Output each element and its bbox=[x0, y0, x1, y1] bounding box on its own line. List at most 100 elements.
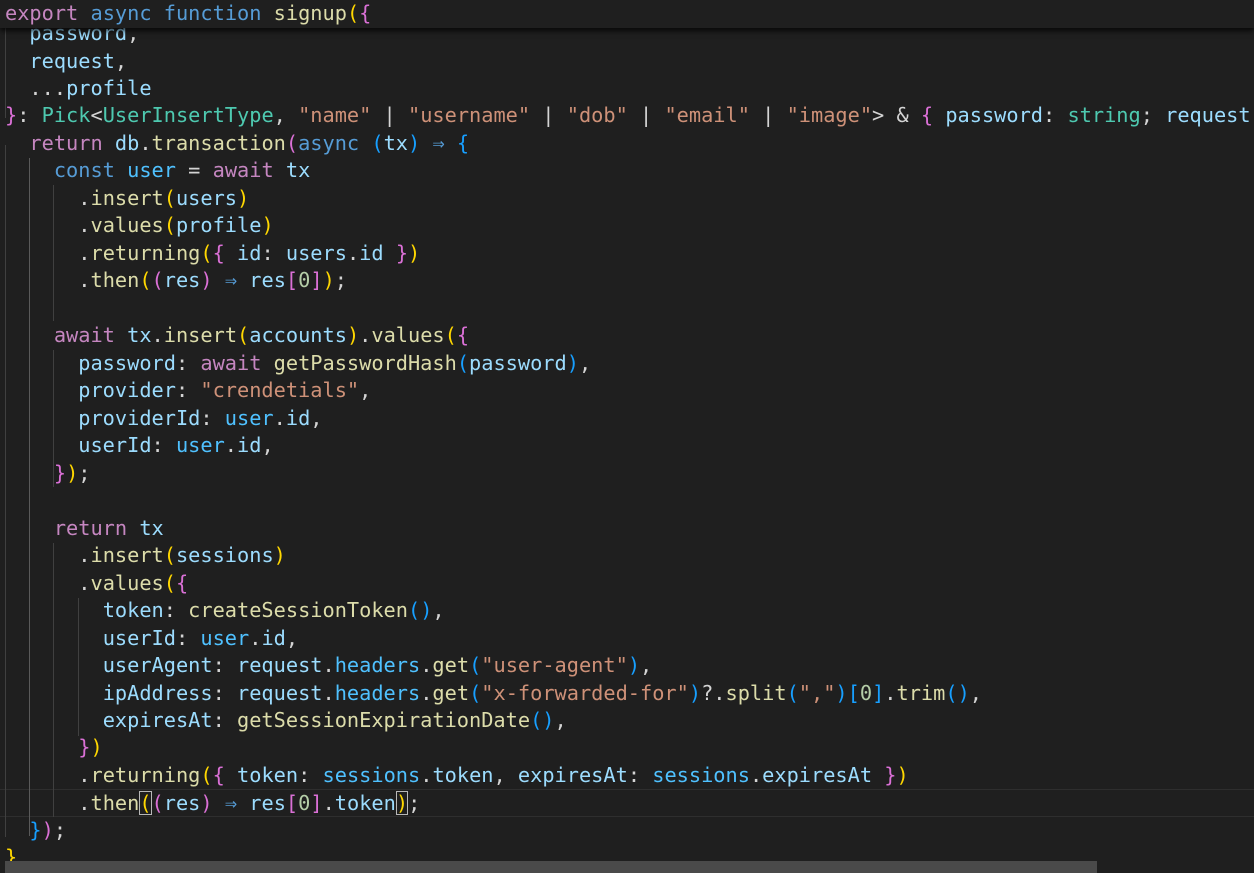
code-line[interactable]: provider: "crendetials", bbox=[0, 377, 1254, 405]
code-token: . bbox=[359, 323, 372, 347]
code-line[interactable]: return db.transaction(async (tx) ⇒ { bbox=[0, 130, 1254, 158]
code-token: : bbox=[212, 653, 238, 677]
code-line[interactable]: request, bbox=[0, 48, 1254, 76]
code-token: ( bbox=[200, 241, 213, 265]
code-line[interactable]: expiresAt: getSessionExpirationDate(), bbox=[0, 707, 1254, 735]
code-token: sessions bbox=[652, 763, 750, 787]
code-token: . bbox=[249, 626, 262, 650]
code-token: await bbox=[200, 351, 262, 375]
code-token: return bbox=[53, 516, 128, 540]
code-token: returning bbox=[90, 241, 201, 265]
code-token: transaction bbox=[151, 131, 286, 155]
code-token: "email" bbox=[664, 103, 750, 127]
code-line[interactable]: .returning({ token: sessions.token, expi… bbox=[0, 762, 1254, 790]
code-line[interactable]: }); bbox=[0, 460, 1254, 488]
code-token: expiresAt bbox=[517, 763, 628, 787]
code-line[interactable]: .returning({ id: users.id }) bbox=[0, 240, 1254, 268]
code-token: password bbox=[78, 351, 176, 375]
code-token: ; bbox=[1140, 103, 1166, 127]
code-token: ( bbox=[346, 1, 360, 25]
indent-guide bbox=[53, 185, 54, 321]
code-line[interactable]: const user = await tx bbox=[0, 157, 1254, 185]
code-line[interactable]: export async function signup({ bbox=[0, 0, 1254, 28]
code-line[interactable]: providerId: user.id, bbox=[0, 405, 1254, 433]
code-token: | bbox=[749, 103, 787, 127]
code-token: ( bbox=[407, 598, 421, 622]
code-token: [ bbox=[285, 791, 299, 815]
code-token: get bbox=[432, 681, 470, 705]
code-editor[interactable]: export async function signup({ password,… bbox=[0, 0, 1254, 873]
code-token: "crendetials" bbox=[200, 378, 360, 402]
code-line[interactable]: userId: user.id, bbox=[0, 625, 1254, 653]
code-token: . bbox=[420, 653, 433, 677]
code-line[interactable]: .values({ bbox=[0, 570, 1254, 598]
code-token: "name" bbox=[298, 103, 372, 127]
code-token: . bbox=[322, 681, 335, 705]
code-token: await bbox=[53, 323, 115, 347]
code-line[interactable]: .then((res) ⇒ res[0].token); bbox=[0, 789, 1254, 817]
indent-guide bbox=[53, 543, 54, 817]
code-line[interactable]: .then((res) ⇒ res[0]); bbox=[0, 267, 1254, 295]
code-token: returning bbox=[90, 763, 201, 787]
code-token: . bbox=[139, 131, 152, 155]
code-token: "x-forwarded-for" bbox=[481, 681, 689, 705]
code-token: trim bbox=[896, 681, 946, 705]
code-token: ( bbox=[200, 763, 213, 787]
code-token: : bbox=[200, 406, 225, 430]
code-line[interactable]: password: await getPasswordHash(password… bbox=[0, 350, 1254, 378]
code-line[interactable]: }: Pick<UserInsertType, "name" | "userna… bbox=[0, 102, 1254, 130]
code-token: > & bbox=[872, 103, 921, 127]
code-token: , bbox=[432, 598, 445, 622]
code-token: "user-agent" bbox=[481, 653, 628, 677]
code-line[interactable]: await tx.insert(accounts).values({ bbox=[0, 322, 1254, 350]
code-line[interactable]: .insert(sessions) bbox=[0, 542, 1254, 570]
code-line[interactable]: .values(profile) bbox=[0, 212, 1254, 240]
code-line[interactable]: .insert(users) bbox=[0, 185, 1254, 213]
code-token: sessions bbox=[322, 763, 421, 787]
code-token: } bbox=[884, 763, 897, 787]
code-token: { bbox=[212, 241, 225, 265]
code-token: } bbox=[78, 735, 91, 759]
code-line[interactable]: return tx bbox=[0, 515, 1254, 543]
code-line[interactable]: token: createSessionToken(), bbox=[0, 597, 1254, 625]
code-token: get bbox=[432, 653, 470, 677]
code-token: { bbox=[456, 131, 470, 155]
code-line[interactable]: userAgent: request.headers.get("user-age… bbox=[0, 652, 1254, 680]
code-token: request bbox=[29, 49, 115, 73]
code-token: : bbox=[212, 681, 238, 705]
code-token: values bbox=[90, 571, 164, 595]
code-line[interactable]: }) bbox=[0, 734, 1254, 762]
code-token: . bbox=[322, 791, 335, 815]
code-token: Pick bbox=[41, 103, 91, 127]
code-token: { bbox=[359, 1, 372, 25]
horizontal-scrollbar[interactable] bbox=[5, 861, 1097, 873]
code-token: : bbox=[17, 103, 42, 127]
code-line[interactable]: ipAddress: request.headers.get("x-forwar… bbox=[0, 680, 1254, 708]
code-token: return bbox=[29, 131, 103, 155]
code-token: db bbox=[114, 131, 140, 155]
code-token: ( bbox=[444, 323, 457, 347]
code-token: res bbox=[249, 791, 286, 815]
code-line[interactable]: }); bbox=[0, 817, 1254, 845]
code-token: 0 bbox=[859, 681, 873, 705]
code-line[interactable]: ...profile bbox=[0, 75, 1254, 103]
code-line[interactable]: userId: user.id, bbox=[0, 432, 1254, 460]
code-token: sessions bbox=[175, 543, 274, 567]
code-line[interactable] bbox=[0, 295, 1254, 323]
code-line[interactable] bbox=[0, 487, 1254, 515]
code-token: : bbox=[163, 598, 189, 622]
code-token: , bbox=[285, 626, 299, 650]
code-token: user bbox=[127, 158, 176, 182]
